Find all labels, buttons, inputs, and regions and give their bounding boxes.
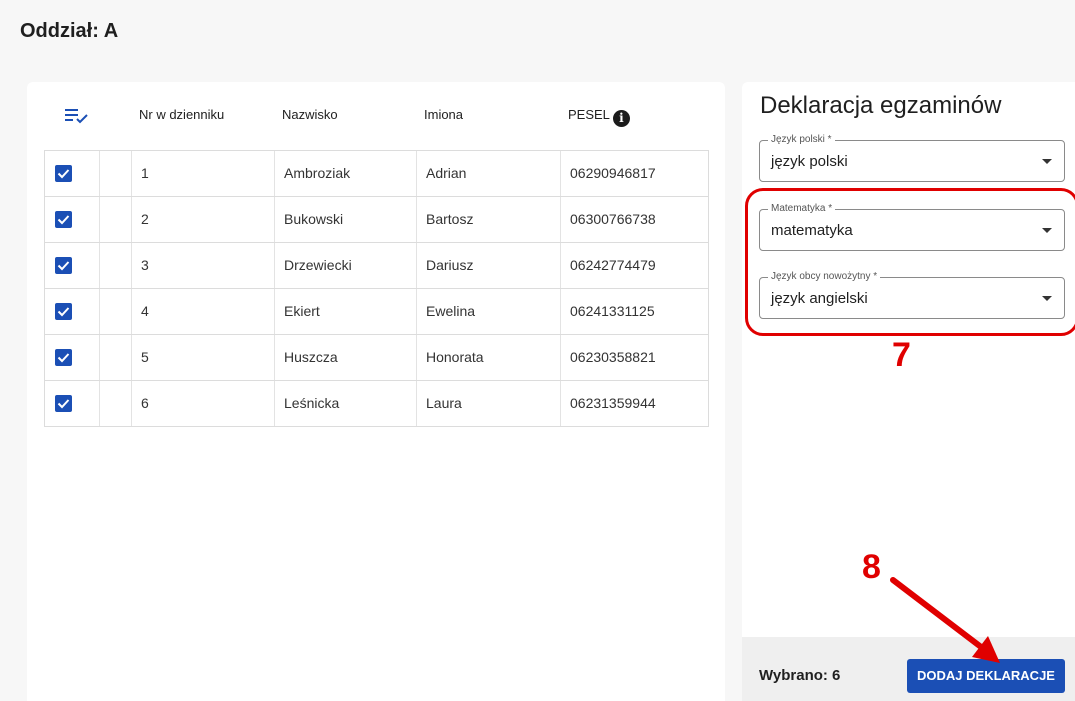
annotation-arrow-icon: [890, 577, 1000, 663]
